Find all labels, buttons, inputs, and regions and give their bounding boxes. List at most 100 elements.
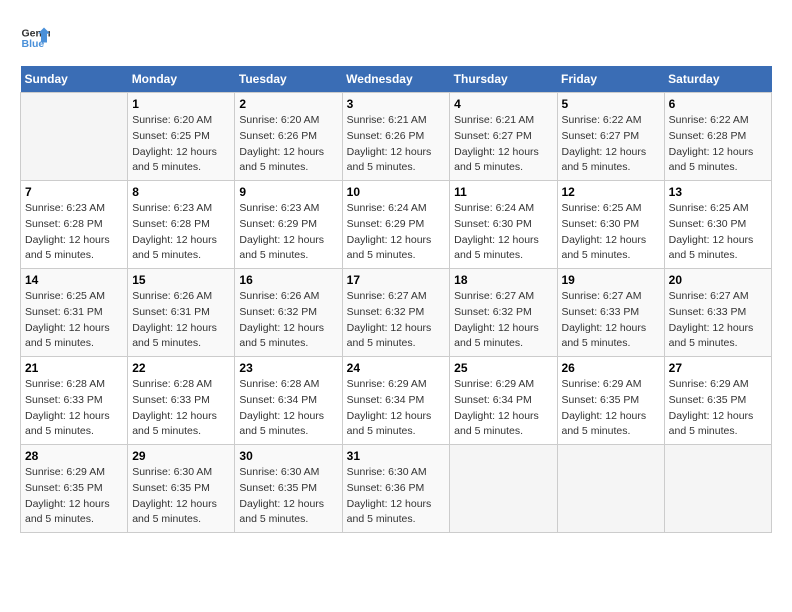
day-number: 1	[132, 97, 230, 111]
day-number: 6	[669, 97, 767, 111]
day-number: 24	[347, 361, 446, 375]
page-header: General Blue	[20, 20, 772, 50]
day-info: Sunrise: 6:29 AM Sunset: 6:34 PM Dayligh…	[454, 377, 552, 440]
calendar-header-row: SundayMondayTuesdayWednesdayThursdayFrid…	[21, 66, 772, 93]
day-info: Sunrise: 6:29 AM Sunset: 6:35 PM Dayligh…	[669, 377, 767, 440]
day-number: 23	[239, 361, 337, 375]
calendar-cell: 19 Sunrise: 6:27 AM Sunset: 6:33 PM Dayli…	[557, 269, 664, 357]
calendar-cell: 5 Sunrise: 6:22 AM Sunset: 6:27 PM Daylig…	[557, 93, 664, 181]
calendar-cell: 14 Sunrise: 6:25 AM Sunset: 6:31 PM Dayli…	[21, 269, 128, 357]
week-row-2: 7 Sunrise: 6:23 AM Sunset: 6:28 PM Daylig…	[21, 181, 772, 269]
day-header-wednesday: Wednesday	[342, 66, 450, 93]
day-info: Sunrise: 6:25 AM Sunset: 6:31 PM Dayligh…	[25, 289, 123, 352]
day-info: Sunrise: 6:21 AM Sunset: 6:26 PM Dayligh…	[347, 113, 446, 176]
day-number: 8	[132, 185, 230, 199]
logo: General Blue	[20, 20, 50, 50]
calendar-cell: 22 Sunrise: 6:28 AM Sunset: 6:33 PM Dayli…	[128, 357, 235, 445]
day-info: Sunrise: 6:20 AM Sunset: 6:26 PM Dayligh…	[239, 113, 337, 176]
day-info: Sunrise: 6:22 AM Sunset: 6:27 PM Dayligh…	[562, 113, 660, 176]
calendar-cell	[557, 445, 664, 533]
calendar-cell: 28 Sunrise: 6:29 AM Sunset: 6:35 PM Dayli…	[21, 445, 128, 533]
day-number: 14	[25, 273, 123, 287]
day-number: 2	[239, 97, 337, 111]
day-info: Sunrise: 6:30 AM Sunset: 6:36 PM Dayligh…	[347, 465, 446, 528]
week-row-5: 28 Sunrise: 6:29 AM Sunset: 6:35 PM Dayli…	[21, 445, 772, 533]
calendar-cell: 3 Sunrise: 6:21 AM Sunset: 6:26 PM Daylig…	[342, 93, 450, 181]
day-info: Sunrise: 6:27 AM Sunset: 6:33 PM Dayligh…	[562, 289, 660, 352]
day-info: Sunrise: 6:26 AM Sunset: 6:31 PM Dayligh…	[132, 289, 230, 352]
day-info: Sunrise: 6:29 AM Sunset: 6:35 PM Dayligh…	[25, 465, 123, 528]
day-number: 16	[239, 273, 337, 287]
calendar-cell: 31Sunrise: 6:30 AM Sunset: 6:36 PM Dayli…	[342, 445, 450, 533]
day-info: Sunrise: 6:25 AM Sunset: 6:30 PM Dayligh…	[669, 201, 767, 264]
week-row-3: 14 Sunrise: 6:25 AM Sunset: 6:31 PM Dayli…	[21, 269, 772, 357]
day-info: Sunrise: 6:23 AM Sunset: 6:28 PM Dayligh…	[132, 201, 230, 264]
day-number: 7	[25, 185, 123, 199]
day-info: Sunrise: 6:22 AM Sunset: 6:28 PM Dayligh…	[669, 113, 767, 176]
day-header-monday: Monday	[128, 66, 235, 93]
calendar-cell: 29Sunrise: 6:30 AM Sunset: 6:35 PM Dayli…	[128, 445, 235, 533]
calendar-cell	[664, 445, 771, 533]
day-info: Sunrise: 6:28 AM Sunset: 6:33 PM Dayligh…	[25, 377, 123, 440]
day-info: Sunrise: 6:25 AM Sunset: 6:30 PM Dayligh…	[562, 201, 660, 264]
calendar-cell: 24 Sunrise: 6:29 AM Sunset: 6:34 PM Dayli…	[342, 357, 450, 445]
day-info: Sunrise: 6:27 AM Sunset: 6:32 PM Dayligh…	[454, 289, 552, 352]
calendar-cell: 7 Sunrise: 6:23 AM Sunset: 6:28 PM Daylig…	[21, 181, 128, 269]
day-info: Sunrise: 6:27 AM Sunset: 6:32 PM Dayligh…	[347, 289, 446, 352]
day-number: 15	[132, 273, 230, 287]
calendar-cell: 1 Sunrise: 6:20 AM Sunset: 6:25 PM Daylig…	[128, 93, 235, 181]
calendar-cell	[450, 445, 557, 533]
svg-text:Blue: Blue	[22, 38, 45, 50]
day-number: 13	[669, 185, 767, 199]
day-number: 22	[132, 361, 230, 375]
day-number: 28	[25, 449, 123, 463]
day-number: 12	[562, 185, 660, 199]
logo-icon: General Blue	[20, 20, 50, 50]
day-number: 9	[239, 185, 337, 199]
day-number: 26	[562, 361, 660, 375]
calendar-cell: 20 Sunrise: 6:27 AM Sunset: 6:33 PM Dayli…	[664, 269, 771, 357]
calendar-table: SundayMondayTuesdayWednesdayThursdayFrid…	[20, 66, 772, 533]
day-number: 20	[669, 273, 767, 287]
day-info: Sunrise: 6:24 AM Sunset: 6:29 PM Dayligh…	[347, 201, 446, 264]
day-info: Sunrise: 6:23 AM Sunset: 6:29 PM Dayligh…	[239, 201, 337, 264]
day-info: Sunrise: 6:28 AM Sunset: 6:34 PM Dayligh…	[239, 377, 337, 440]
day-number: 17	[347, 273, 446, 287]
day-info: Sunrise: 6:27 AM Sunset: 6:33 PM Dayligh…	[669, 289, 767, 352]
day-number: 5	[562, 97, 660, 111]
calendar-cell: 16 Sunrise: 6:26 AM Sunset: 6:32 PM Dayli…	[235, 269, 342, 357]
calendar-cell: 17 Sunrise: 6:27 AM Sunset: 6:32 PM Dayli…	[342, 269, 450, 357]
day-info: Sunrise: 6:30 AM Sunset: 6:35 PM Dayligh…	[239, 465, 337, 528]
day-number: 19	[562, 273, 660, 287]
day-number: 27	[669, 361, 767, 375]
day-info: Sunrise: 6:29 AM Sunset: 6:34 PM Dayligh…	[347, 377, 446, 440]
day-number: 18	[454, 273, 552, 287]
day-info: Sunrise: 6:20 AM Sunset: 6:25 PM Dayligh…	[132, 113, 230, 176]
calendar-cell: 10 Sunrise: 6:24 AM Sunset: 6:29 PM Dayli…	[342, 181, 450, 269]
day-header-tuesday: Tuesday	[235, 66, 342, 93]
calendar-cell: 13 Sunrise: 6:25 AM Sunset: 6:30 PM Dayli…	[664, 181, 771, 269]
calendar-cell: 18 Sunrise: 6:27 AM Sunset: 6:32 PM Dayli…	[450, 269, 557, 357]
day-info: Sunrise: 6:21 AM Sunset: 6:27 PM Dayligh…	[454, 113, 552, 176]
calendar-cell: 23 Sunrise: 6:28 AM Sunset: 6:34 PM Dayli…	[235, 357, 342, 445]
calendar-cell: 21 Sunrise: 6:28 AM Sunset: 6:33 PM Dayli…	[21, 357, 128, 445]
calendar-cell: 11Sunrise: 6:24 AM Sunset: 6:30 PM Dayli…	[450, 181, 557, 269]
day-number: 3	[347, 97, 446, 111]
day-number: 30	[239, 449, 337, 463]
day-info: Sunrise: 6:23 AM Sunset: 6:28 PM Dayligh…	[25, 201, 123, 264]
day-number: 21	[25, 361, 123, 375]
calendar-cell: 26Sunrise: 6:29 AM Sunset: 6:35 PM Dayli…	[557, 357, 664, 445]
calendar-cell: 6 Sunrise: 6:22 AM Sunset: 6:28 PM Daylig…	[664, 93, 771, 181]
calendar-cell: 8 Sunrise: 6:23 AM Sunset: 6:28 PM Daylig…	[128, 181, 235, 269]
week-row-4: 21 Sunrise: 6:28 AM Sunset: 6:33 PM Dayli…	[21, 357, 772, 445]
day-header-friday: Friday	[557, 66, 664, 93]
calendar-body: 1 Sunrise: 6:20 AM Sunset: 6:25 PM Daylig…	[21, 93, 772, 533]
day-number: 29	[132, 449, 230, 463]
calendar-cell: 30 Sunrise: 6:30 AM Sunset: 6:35 PM Dayli…	[235, 445, 342, 533]
week-row-1: 1 Sunrise: 6:20 AM Sunset: 6:25 PM Daylig…	[21, 93, 772, 181]
day-info: Sunrise: 6:24 AM Sunset: 6:30 PM Dayligh…	[454, 201, 552, 264]
calendar-cell: 9 Sunrise: 6:23 AM Sunset: 6:29 PM Daylig…	[235, 181, 342, 269]
day-info: Sunrise: 6:26 AM Sunset: 6:32 PM Dayligh…	[239, 289, 337, 352]
day-number: 10	[347, 185, 446, 199]
day-info: Sunrise: 6:28 AM Sunset: 6:33 PM Dayligh…	[132, 377, 230, 440]
